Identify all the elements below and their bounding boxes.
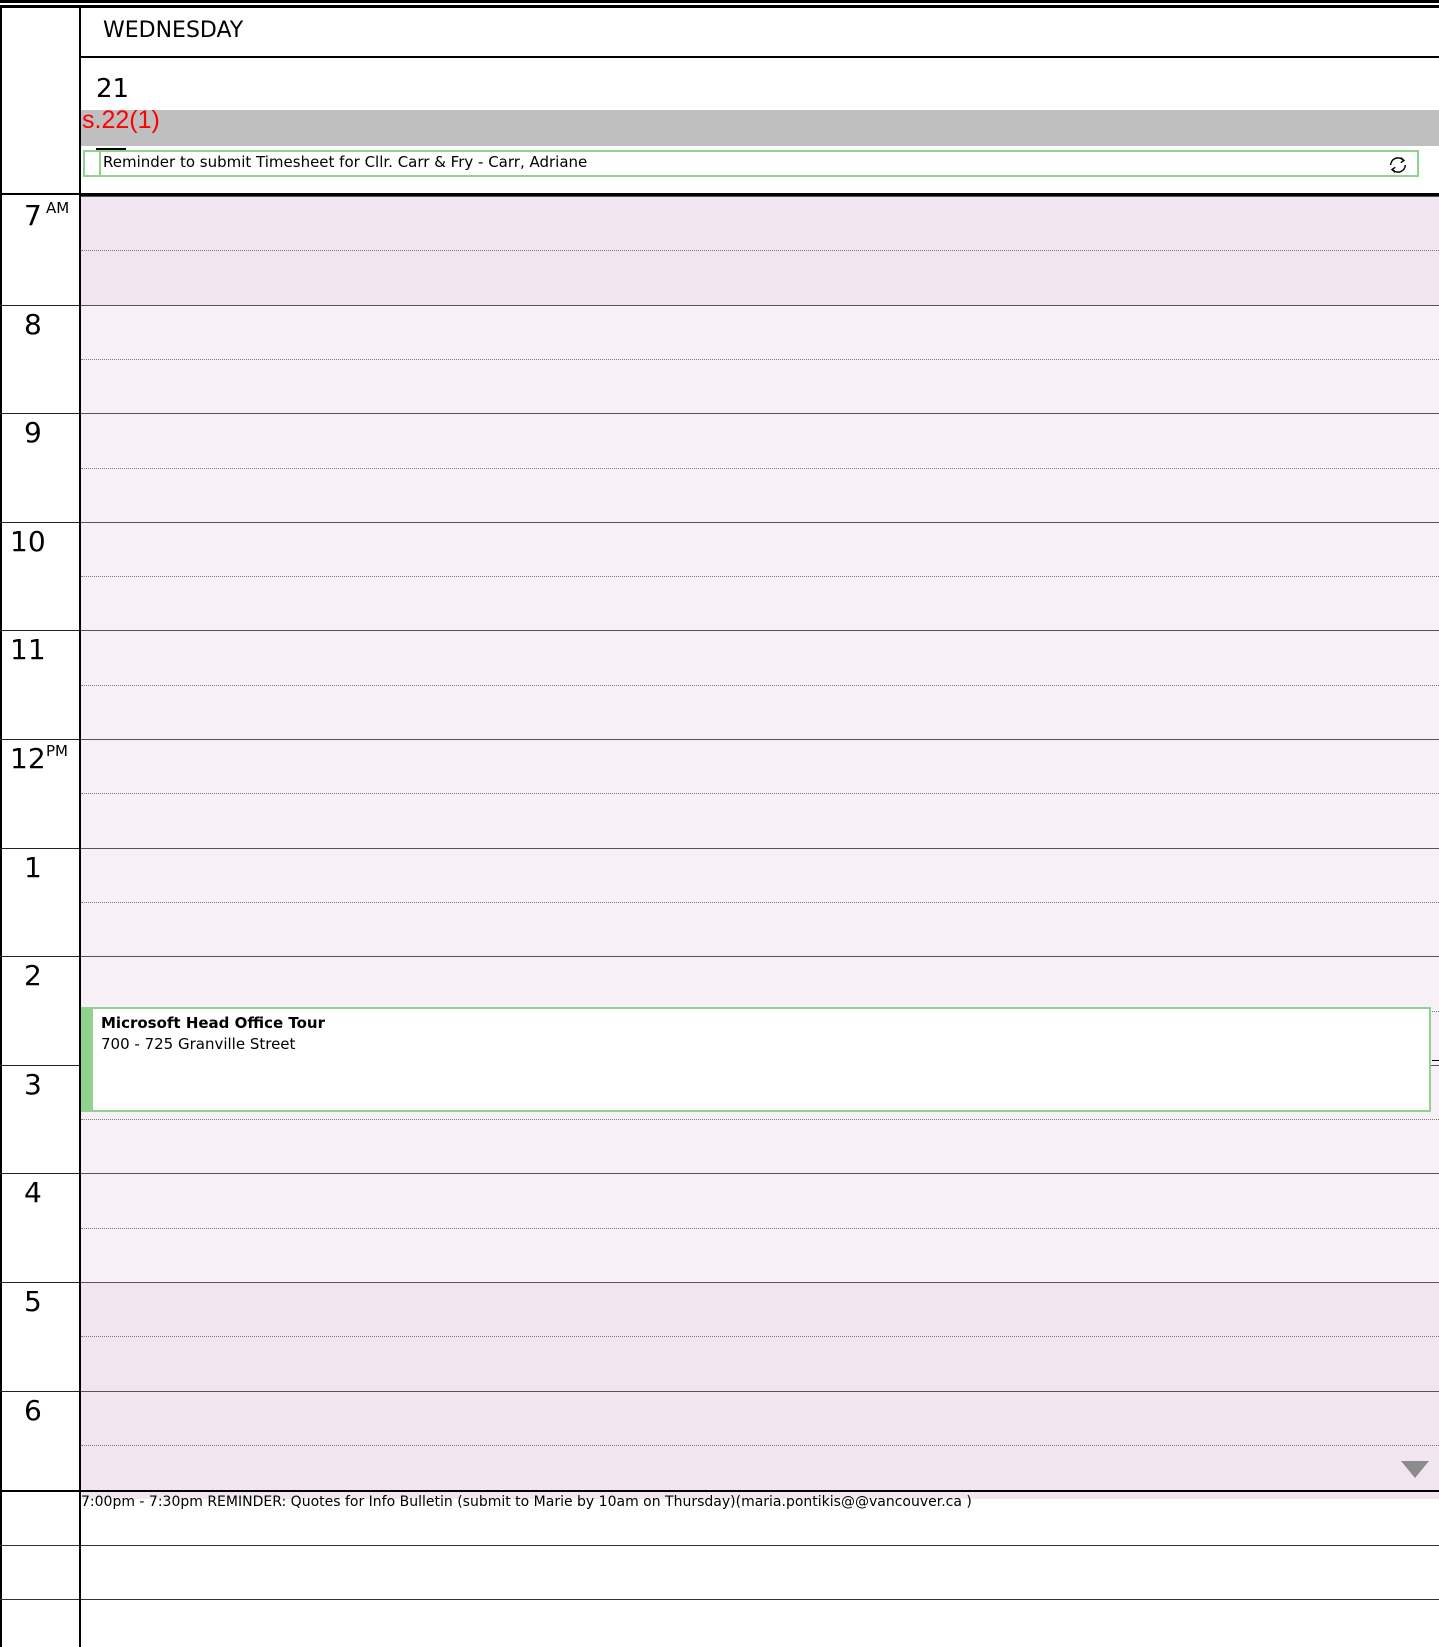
time-slot[interactable]	[81, 250, 1439, 305]
hour-line	[81, 1173, 1439, 1175]
footer-row-divider	[0, 1545, 1439, 1546]
time-slot[interactable]	[81, 793, 1439, 848]
hour-label: 8	[24, 307, 42, 341]
time-slot[interactable]	[81, 901, 1439, 957]
hour-line	[81, 847, 1439, 849]
time-slot[interactable]	[81, 847, 1439, 902]
gutter-divider	[79, 7, 81, 1647]
time-slot[interactable]	[81, 413, 1439, 468]
time-slot[interactable]	[81, 739, 1439, 794]
hour-label: 11	[10, 633, 46, 667]
gutter-top-border	[0, 193, 80, 195]
event-marker	[1432, 1060, 1439, 1061]
time-slot[interactable]	[81, 1173, 1439, 1228]
time-slot[interactable]	[81, 196, 1439, 251]
day-name: WEDNESDAY	[103, 18, 244, 43]
grid-bottom-border	[0, 1490, 1439, 1492]
gutter-hour-line	[0, 304, 80, 306]
hour-line	[81, 1282, 1439, 1283]
gutter-hour-line	[0, 630, 80, 632]
half-hour-line	[81, 1336, 1439, 1338]
all-day-band	[81, 110, 1439, 146]
event-title: Microsoft Head Office Tour	[101, 1014, 326, 1032]
day-number[interactable]: 21	[96, 74, 129, 104]
time-slot[interactable]	[81, 467, 1439, 522]
am-pm-label: AM	[46, 199, 70, 217]
hour-line	[81, 630, 1439, 632]
hour-line	[81, 739, 1439, 740]
time-slot[interactable]	[81, 521, 1439, 577]
hour-line	[81, 413, 1439, 415]
time-slot[interactable]	[81, 1390, 1439, 1445]
half-hour-line	[81, 576, 1439, 578]
gutter-hour-line	[0, 1390, 80, 1392]
gutter-hour-line	[0, 739, 80, 740]
gutter-hour-line	[0, 1064, 80, 1066]
event-location: 700 - 725 Granville Street	[101, 1035, 296, 1053]
half-hour-line	[81, 1119, 1439, 1121]
hour-label: 2	[24, 959, 42, 993]
hour-line	[81, 1390, 1439, 1392]
event-color-bar	[83, 1009, 93, 1110]
top-border-inner	[0, 5, 1439, 8]
half-hour-line	[81, 793, 1439, 795]
gutter-hour-line	[0, 413, 80, 415]
time-slot[interactable]	[81, 1336, 1439, 1391]
time-slot[interactable]	[81, 1119, 1439, 1174]
time-slot[interactable]	[81, 1227, 1439, 1282]
left-border	[0, 5, 2, 1647]
all-day-event-text: Reminder to submit Timesheet for Cllr. C…	[103, 153, 588, 171]
hour-label: 7	[24, 199, 42, 232]
hour-label: 1	[24, 850, 42, 884]
half-hour-line	[81, 250, 1439, 252]
scroll-down-arrow-icon[interactable]	[1401, 1461, 1429, 1478]
gutter-hour-line	[0, 521, 80, 523]
all-day-event[interactable]: Reminder to submit Timesheet for Cllr. C…	[83, 150, 1419, 177]
half-hour-line	[81, 684, 1439, 686]
time-slot[interactable]	[81, 684, 1439, 739]
gutter-hour-line	[0, 1173, 80, 1175]
hour-line	[81, 304, 1439, 306]
time-slot[interactable]	[81, 1282, 1439, 1337]
hour-label: 12	[10, 742, 46, 775]
hour-label: 5	[24, 1285, 42, 1318]
gutter-hour-line	[0, 1282, 80, 1283]
half-hour-line	[81, 901, 1439, 903]
calendar-event[interactable]: Microsoft Head Office Tour 700 - 725 Gra…	[81, 1007, 1431, 1112]
hour-line	[81, 521, 1439, 523]
half-hour-line	[81, 1444, 1439, 1446]
all-day-event-stripe	[87, 152, 101, 175]
time-slot[interactable]	[81, 630, 1439, 685]
time-slot[interactable]	[81, 304, 1439, 359]
recurring-icon	[1389, 157, 1407, 173]
time-slot[interactable]	[81, 956, 1439, 1011]
half-hour-line	[81, 1227, 1439, 1229]
redaction-label: s.22(1)	[82, 106, 160, 134]
gutter-hour-line	[0, 956, 80, 958]
hour-label: 6	[24, 1393, 42, 1427]
half-hour-line	[81, 358, 1439, 360]
hour-line	[81, 956, 1439, 958]
hour-label: 4	[24, 1176, 42, 1210]
grid-top-border	[79, 193, 1439, 196]
half-hour-line	[81, 467, 1439, 469]
am-pm-label: PM	[46, 742, 68, 760]
hour-label: 9	[24, 416, 42, 450]
gutter-hour-line	[0, 847, 80, 849]
hour-line	[81, 196, 1439, 197]
hour-label: 10	[10, 524, 46, 558]
header-divider	[80, 56, 1439, 58]
top-border	[0, 0, 1439, 3]
hour-label: 3	[24, 1067, 42, 1101]
time-slot[interactable]	[81, 576, 1439, 631]
footer-event[interactable]: 7:00pm - 7:30pm REMINDER: Quotes for Inf…	[81, 1494, 972, 1510]
time-slot[interactable]	[81, 358, 1439, 414]
footer-row-divider	[0, 1599, 1439, 1600]
